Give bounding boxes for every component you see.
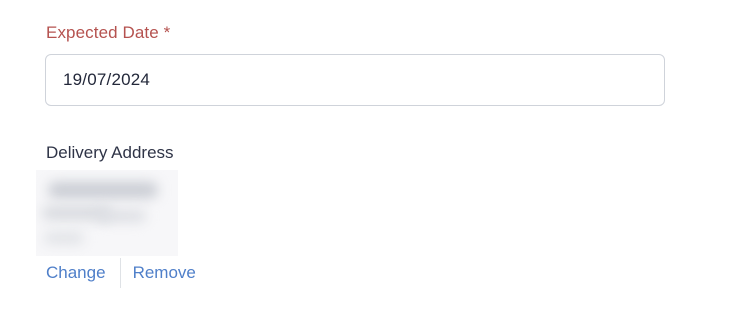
actions-divider — [119, 258, 121, 288]
delivery-address-blurred-content — [36, 170, 178, 256]
blurred-address-line — [44, 232, 84, 244]
expected-date-label: Expected Date * — [46, 23, 171, 42]
expected-date-and-delivery-form: Expected Date * 19/07/2024 Delivery Addr… — [0, 0, 756, 320]
remove-address-link[interactable]: Remove — [133, 258, 196, 288]
blurred-address-line — [96, 210, 146, 222]
blurred-address-line — [48, 182, 158, 198]
address-actions: Change Remove — [46, 258, 196, 288]
expected-date-value: 19/07/2024 — [63, 70, 151, 89]
change-address-link[interactable]: Change — [46, 258, 106, 288]
expected-date-input[interactable]: 19/07/2024 — [45, 54, 665, 106]
delivery-address-label: Delivery Address — [46, 143, 174, 162]
